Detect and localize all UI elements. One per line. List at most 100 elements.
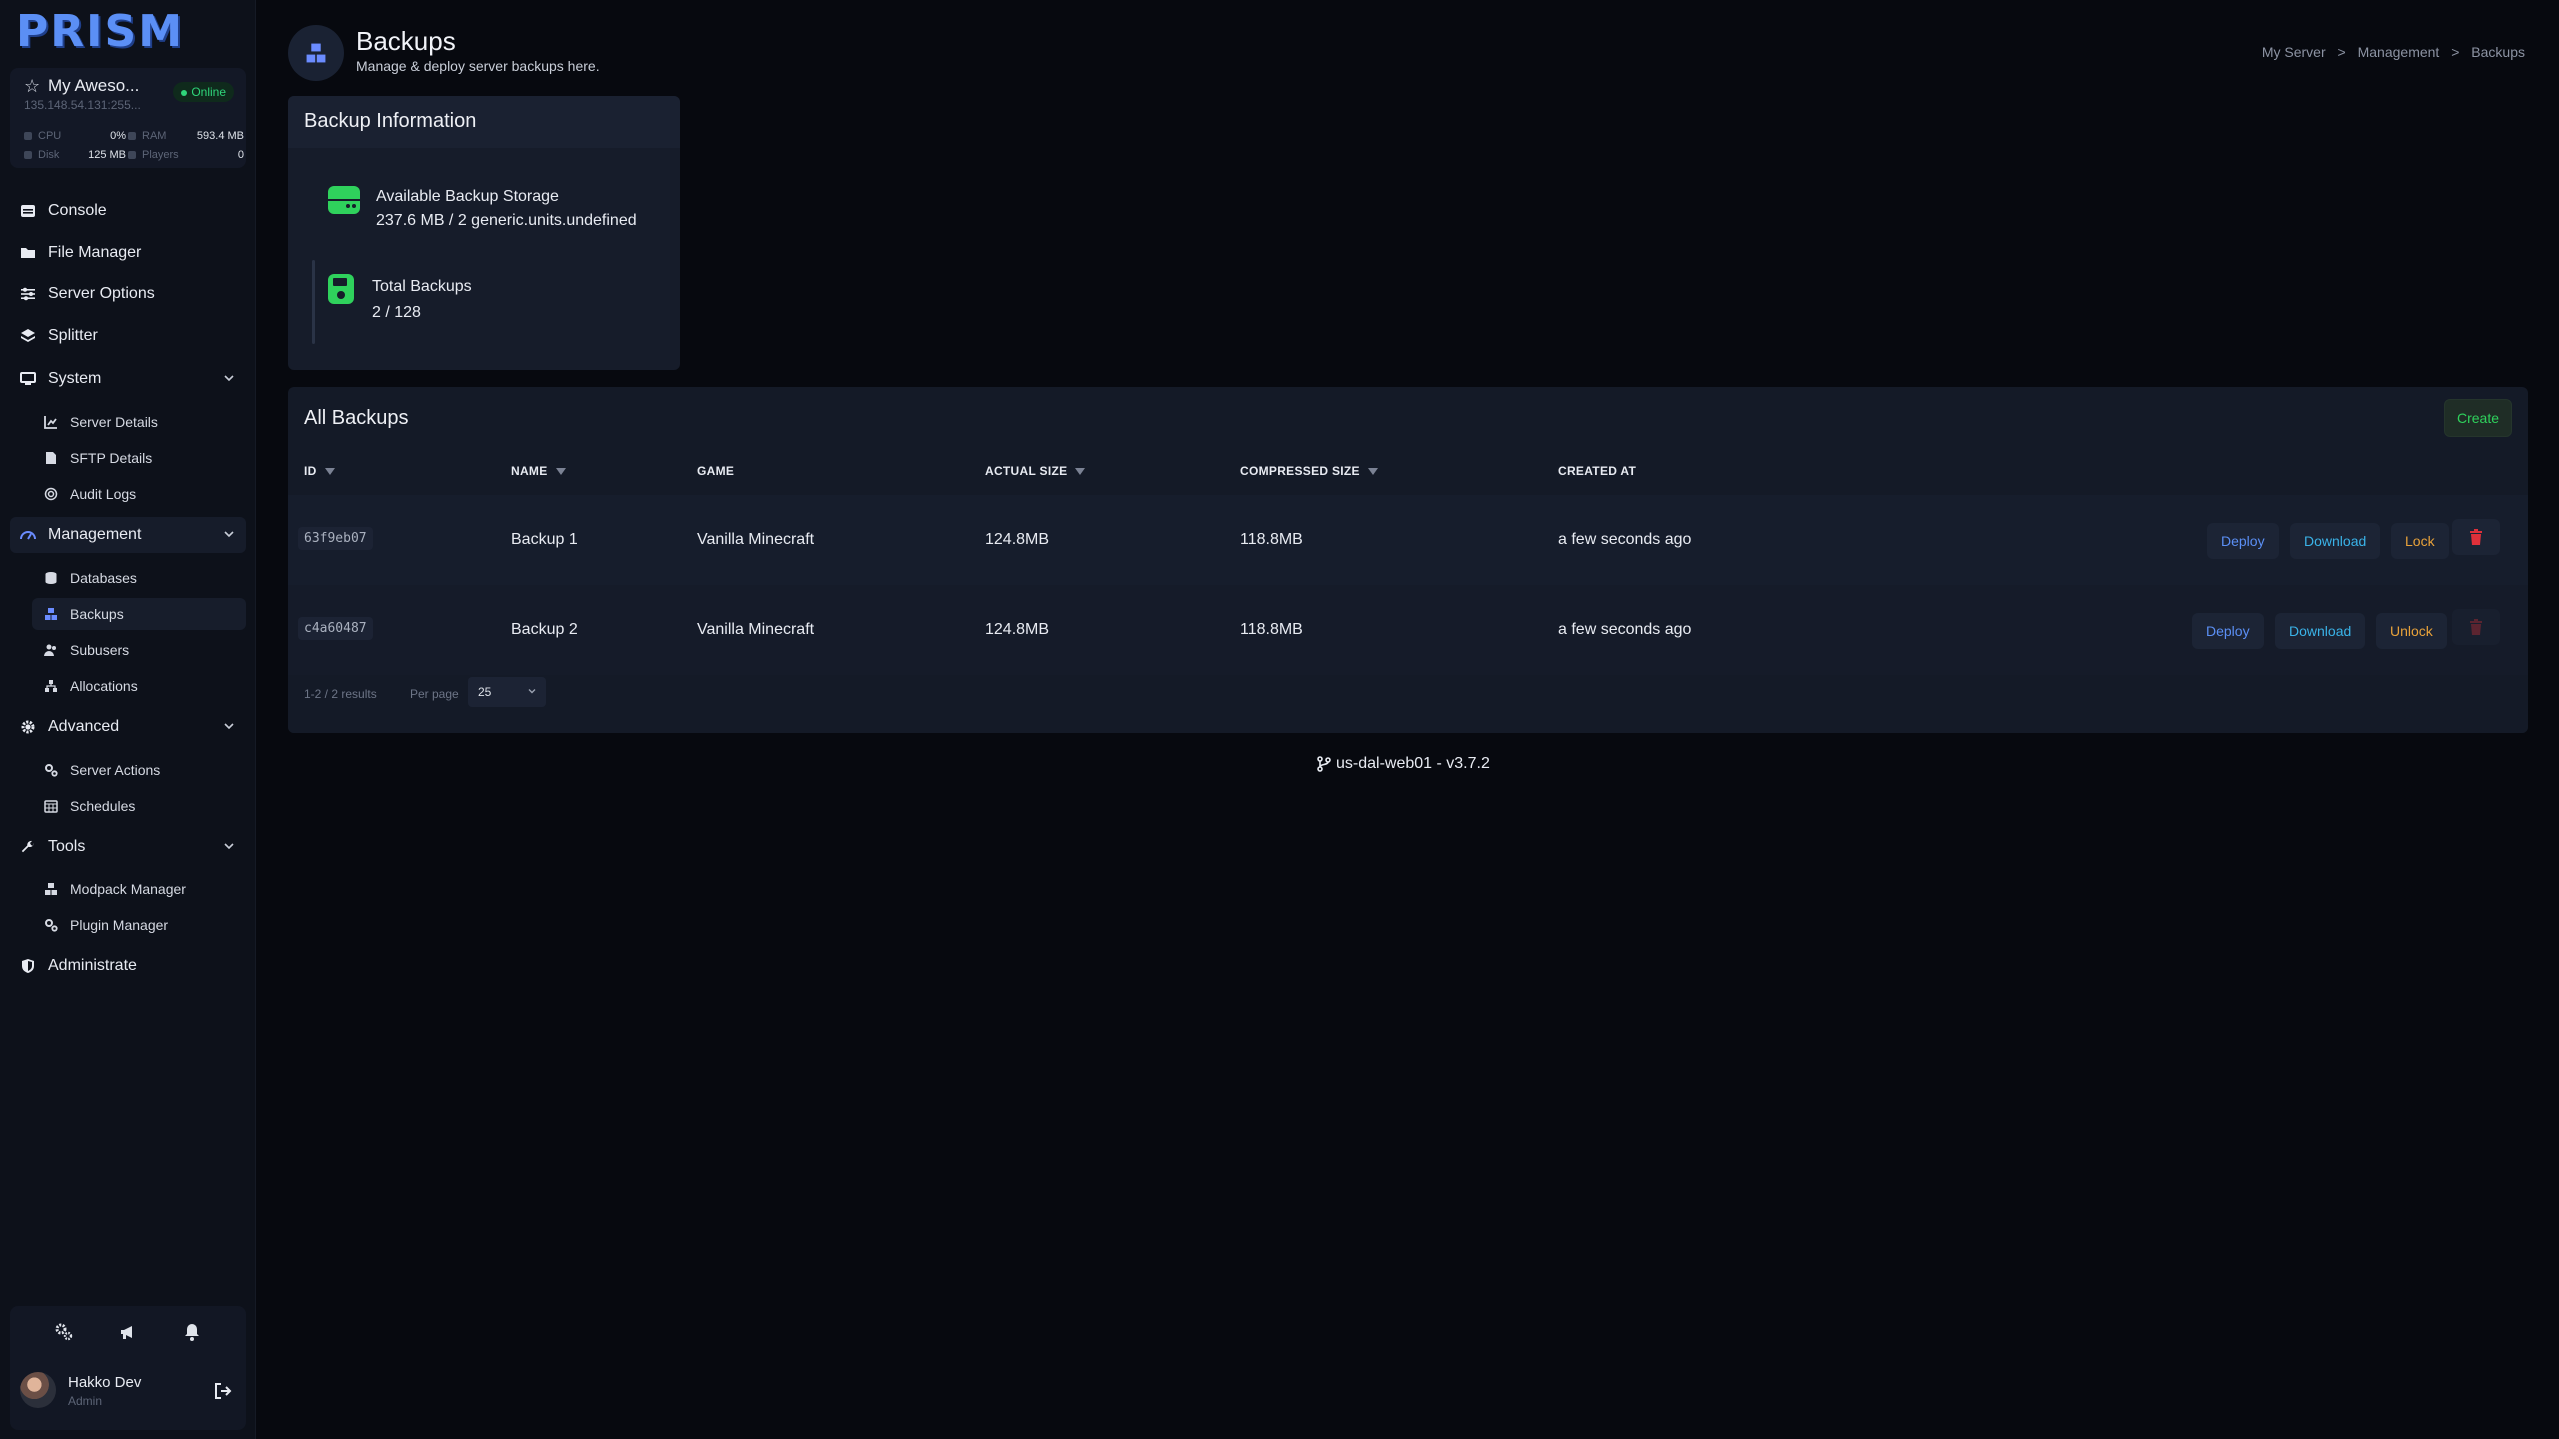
breadcrumb: My Server > Management > Backups xyxy=(2258,44,2529,60)
status-badge: Online xyxy=(173,82,234,102)
delete-button[interactable] xyxy=(2452,519,2500,555)
breadcrumb-management[interactable]: Management xyxy=(2358,44,2440,60)
nav-file-manager[interactable]: File Manager xyxy=(10,235,246,271)
bell-icon[interactable] xyxy=(182,1322,202,1342)
backup-name: Backup 1 xyxy=(511,531,578,548)
sidebar-item-server-actions[interactable]: Server Actions xyxy=(32,754,246,786)
server-card[interactable]: ☆ My Aweso... Online 135.148.54.131:255.… xyxy=(10,68,246,168)
chevron-down-icon xyxy=(224,843,234,850)
chevron-down-icon xyxy=(224,723,234,730)
lock-button[interactable]: Lock xyxy=(2391,523,2449,559)
backup-info-card: Backup Information Available Backup Stor… xyxy=(288,96,680,370)
sort-icon xyxy=(1075,468,1086,476)
nav-tools[interactable]: Tools xyxy=(10,829,246,865)
user-role: Admin xyxy=(68,1394,103,1408)
sidebar-item-modpack-manager[interactable]: Modpack Manager xyxy=(32,873,246,905)
backup-id: c4a60487 xyxy=(298,617,373,640)
chevron-down-icon xyxy=(224,375,234,382)
server-name: My Aweso... xyxy=(48,76,140,95)
nav-advanced[interactable]: Advanced xyxy=(10,709,246,745)
user-name: Hakko Dev xyxy=(68,1374,142,1391)
gear-icon xyxy=(20,719,36,735)
sidebar-item-audit-logs[interactable]: Audit Logs xyxy=(32,478,246,510)
unlock-button[interactable]: Unlock xyxy=(2376,613,2447,649)
table-row: 63f9eb07 Backup 1 Vanilla Minecraft 124.… xyxy=(288,495,2528,585)
sidebar-item-databases[interactable]: Databases xyxy=(32,562,246,594)
logout-icon[interactable] xyxy=(214,1382,232,1400)
column-compressed-size[interactable]: COMPRESSED SIZE xyxy=(1240,464,1378,478)
delete-button[interactable] xyxy=(2452,609,2500,645)
user-panel: Hakko Dev Admin xyxy=(10,1306,246,1430)
settings-icon[interactable] xyxy=(54,1322,74,1342)
database-icon xyxy=(44,571,58,585)
sort-icon xyxy=(324,468,335,476)
sidebar-item-backups[interactable]: Backups xyxy=(32,598,246,630)
per-page-select[interactable]: 25 xyxy=(468,677,546,707)
sidebar-item-schedules[interactable]: Schedules xyxy=(32,790,246,822)
avatar[interactable] xyxy=(20,1372,56,1408)
trash-icon xyxy=(2470,529,2482,545)
sidebar-item-server-details[interactable]: Server Details xyxy=(32,406,246,438)
management-icon xyxy=(20,527,36,543)
page-title: Backups xyxy=(356,26,456,56)
backup-compressed-size: 118.8MB xyxy=(1240,531,1303,548)
nav-splitter[interactable]: Splitter xyxy=(10,318,246,354)
per-page-label: Per page xyxy=(410,687,459,701)
cubes-icon xyxy=(44,882,58,896)
fingerprint-icon xyxy=(44,487,58,501)
download-button[interactable]: Download xyxy=(2275,613,2366,649)
nav-administrate[interactable]: Administrate xyxy=(10,948,246,984)
floppy-icon xyxy=(328,274,354,304)
backup-id: 63f9eb07 xyxy=(298,527,373,550)
page-subtitle: Manage & deploy server backups here. xyxy=(356,58,600,74)
sidebar-item-plugin-manager[interactable]: Plugin Manager xyxy=(32,909,246,941)
sidebar-item-subusers[interactable]: Subusers xyxy=(32,634,246,666)
column-actual-size[interactable]: ACTUAL SIZE xyxy=(985,464,1086,478)
breadcrumb-separator: > xyxy=(2337,44,2346,60)
shield-icon xyxy=(20,958,36,974)
column-name[interactable]: NAME xyxy=(511,464,566,478)
create-button[interactable]: Create xyxy=(2443,399,2512,437)
terminal-icon xyxy=(20,203,36,219)
nav-server-options[interactable]: Server Options xyxy=(10,276,246,312)
megaphone-icon[interactable] xyxy=(118,1322,138,1342)
sort-icon xyxy=(555,468,566,476)
breadcrumb-my-server[interactable]: My Server xyxy=(2262,44,2326,60)
download-button[interactable]: Download xyxy=(2290,523,2381,559)
chevron-down-icon xyxy=(224,531,234,538)
backup-name: Backup 2 xyxy=(511,621,578,638)
backup-compressed-size: 118.8MB xyxy=(1240,621,1303,638)
nav-management[interactable]: Management xyxy=(10,517,246,553)
storage-icon xyxy=(328,186,360,214)
pagination-info: 1-2 / 2 results xyxy=(304,687,377,701)
backup-actual-size: 124.8MB xyxy=(985,531,1050,548)
sidebar: PRISM ☆ My Aweso... Online 135.148.54.13… xyxy=(0,0,256,1439)
players-stat: Players 0 xyxy=(128,149,244,161)
nav-console[interactable]: Console xyxy=(10,193,246,229)
chevron-down-icon xyxy=(528,689,536,694)
layers-icon xyxy=(20,328,36,344)
sidebar-item-allocations[interactable]: Allocations xyxy=(32,670,246,702)
column-id[interactable]: ID xyxy=(304,464,335,478)
breadcrumb-backups: Backups xyxy=(2471,44,2525,60)
users-icon xyxy=(44,643,58,657)
column-created-at: CREATED AT xyxy=(1558,464,1637,478)
folder-icon xyxy=(20,245,36,261)
all-backups-card: All Backups Create ID NAME GAME ACTUAL S… xyxy=(288,387,2528,733)
nav-system[interactable]: System xyxy=(10,361,246,397)
deploy-button[interactable]: Deploy xyxy=(2192,613,2264,649)
trash-icon xyxy=(2470,619,2482,635)
deploy-button[interactable]: Deploy xyxy=(2207,523,2279,559)
storage-label: Available Backup Storage xyxy=(376,188,559,205)
branch-icon xyxy=(1317,756,1331,772)
backups-page-icon xyxy=(288,25,344,81)
prism-logo[interactable]: PRISM xyxy=(16,10,184,54)
backup-actual-size: 124.8MB xyxy=(985,621,1050,638)
calendar-icon xyxy=(44,799,58,813)
sidebar-item-sftp-details[interactable]: SFTP Details xyxy=(32,442,246,474)
backup-game: Vanilla Minecraft xyxy=(697,621,815,638)
server-ip: 135.148.54.131:255... xyxy=(24,98,141,112)
star-icon[interactable]: ☆ xyxy=(24,76,40,97)
total-backups-label: Total Backups xyxy=(372,278,472,295)
disk-icon xyxy=(24,151,32,160)
